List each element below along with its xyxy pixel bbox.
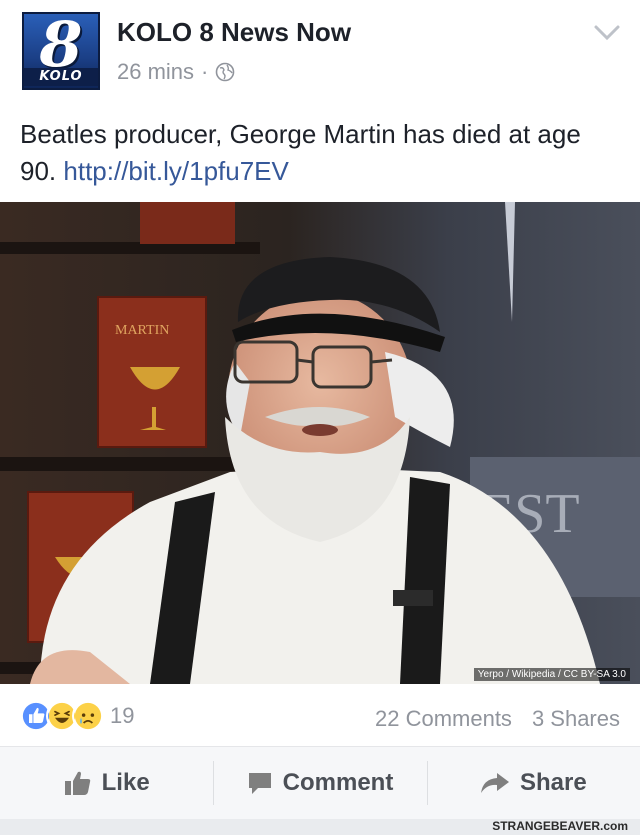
post-meta: 26 mins · xyxy=(117,59,235,85)
like-button[interactable]: Like xyxy=(0,747,213,819)
shares-count[interactable]: 3 Shares xyxy=(532,706,620,732)
comment-icon xyxy=(248,773,271,794)
post-message: Beatles producer, George Martin has died… xyxy=(20,116,620,190)
reactions-summary[interactable]: 19 xyxy=(20,700,134,732)
share-button[interactable]: Share xyxy=(426,747,640,819)
like-label: Like xyxy=(101,769,150,796)
watermark: STRANGEBEAVER.com xyxy=(492,819,628,833)
comment-button[interactable]: Comment xyxy=(213,747,426,819)
thumbs-up-icon xyxy=(64,771,90,795)
logo-wordmark: KOLO xyxy=(24,68,98,86)
photo-illustration: MARTIN EST xyxy=(0,202,640,684)
post-header: 8 KOLO KOLO 8 News Now 26 mins · xyxy=(0,0,640,105)
post-link[interactable]: http://bit.ly/1pfu7EV xyxy=(63,156,288,186)
reaction-count: 19 xyxy=(110,703,135,728)
share-arrow-icon xyxy=(480,773,509,793)
globe-icon xyxy=(216,62,235,82)
photo-credit: Yerpo / Wikipedia / CC BY-SA 3.0 xyxy=(473,668,630,681)
action-bar: Like Comment Share xyxy=(0,746,640,819)
chevron-down-icon[interactable] xyxy=(592,22,622,44)
page-avatar[interactable]: 8 KOLO xyxy=(22,12,100,90)
meta-separator: · xyxy=(201,59,209,84)
sad-reaction-icon xyxy=(72,700,104,732)
book-title: MARTIN xyxy=(115,323,169,338)
post-time[interactable]: 26 mins xyxy=(117,59,194,85)
comments-count[interactable]: 22 Comments xyxy=(375,706,512,732)
share-label: Share xyxy=(519,769,587,796)
page-name[interactable]: KOLO 8 News Now xyxy=(117,17,351,48)
engagement-counts: 22 Comments 3 Shares xyxy=(375,706,620,732)
post-stats: 19 22 Comments 3 Shares xyxy=(0,700,640,740)
watermark-bar: STRANGEBEAVER.com xyxy=(0,819,640,835)
post-photo[interactable]: MARTIN EST Yerpo / Wikipedia / CC BY-SA … xyxy=(0,202,640,684)
comment-label: Comment xyxy=(282,769,394,796)
